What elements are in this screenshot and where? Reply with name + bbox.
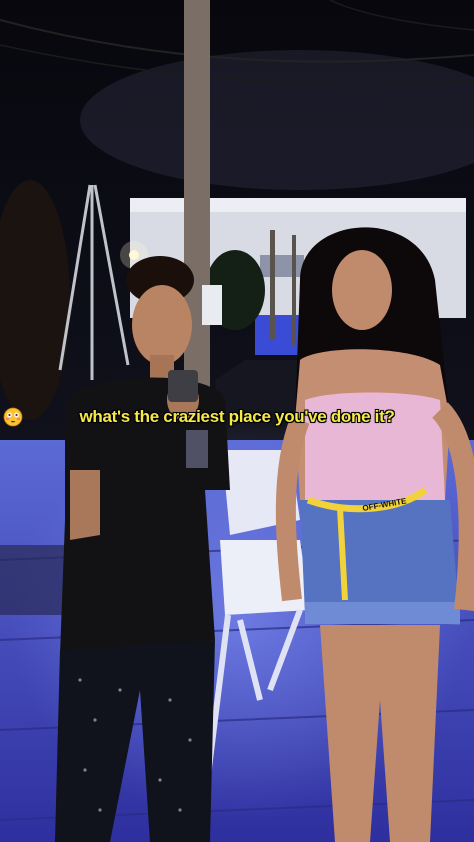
caption-text: what's the craziest place you've done it…: [79, 407, 395, 426]
video-caption: what's the craziest place you've done it…: [0, 407, 474, 427]
video-frame: what's the craziest place you've done it…: [0, 0, 474, 842]
flushed-face-icon: [3, 407, 23, 427]
